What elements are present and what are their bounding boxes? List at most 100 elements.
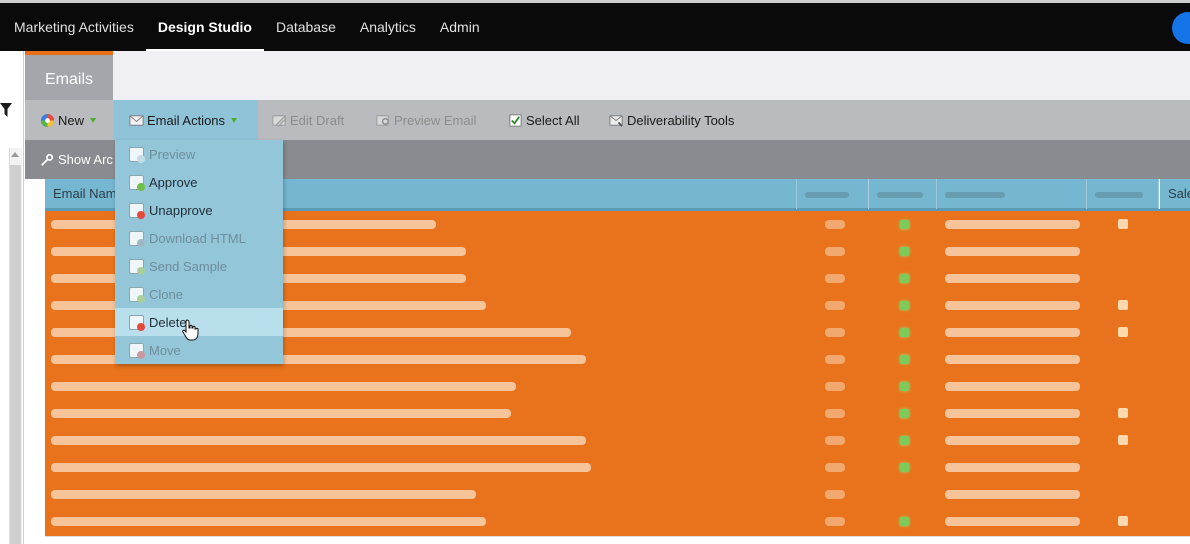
menu-item-clone[interactable]: Clone (115, 280, 283, 308)
redacted-email-name (51, 436, 586, 445)
redacted-template (945, 247, 1080, 256)
filter-icon[interactable] (0, 103, 12, 117)
redacted-email-name (51, 490, 476, 499)
edit-draft-icon (272, 114, 287, 127)
nav-analytics[interactable]: Analytics (348, 3, 428, 51)
select-all-label: Select All (526, 112, 580, 128)
edit-draft-button[interactable]: Edit Draft (272, 100, 344, 140)
redacted-email-name (51, 463, 591, 472)
move-icon-badge (137, 350, 145, 359)
deliverability-icon (609, 114, 623, 127)
preview-icon (129, 146, 145, 163)
redacted-version (825, 409, 845, 418)
checkbox-icon (509, 113, 522, 127)
redacted-template (945, 220, 1080, 229)
redacted-version (825, 463, 845, 472)
email-actions-label: Email Actions (147, 112, 226, 128)
redacted-template (945, 301, 1080, 310)
preview-icon (376, 114, 389, 126)
approved-status-icon (900, 355, 909, 364)
redacted-template (945, 517, 1080, 526)
menu-item-send-sample[interactable]: Send Sample (115, 252, 283, 280)
blurred-header-text (805, 191, 849, 198)
redacted-version (825, 490, 845, 499)
email-actions-button[interactable]: Email Actions (114, 100, 258, 140)
redacted-version (825, 220, 845, 229)
redacted-template (945, 355, 1080, 364)
show-archive-button[interactable]: Show Arc (40, 140, 113, 179)
tab-emails-label: Emails (45, 71, 94, 88)
preview-icon-badge (137, 154, 145, 163)
approved-status-icon (900, 328, 909, 337)
wrench-icon (41, 153, 54, 166)
email-name-header-label: Email Nam (53, 186, 117, 201)
floppy-disk-icon-badge (137, 238, 145, 247)
delete-icon (129, 314, 145, 331)
send-sample-icon (129, 258, 145, 275)
nav-database[interactable]: Database (264, 3, 348, 51)
column-header-operational[interactable] (1087, 179, 1159, 209)
nav-admin[interactable]: Admin (428, 3, 492, 51)
menu-item-preview[interactable]: Preview (115, 140, 283, 168)
menu-item-label: Approve (149, 174, 198, 190)
edit-draft-label: Edit Draft (290, 112, 345, 128)
chevron-down-icon (90, 117, 97, 123)
approve-icon (129, 174, 145, 191)
table-row[interactable] (45, 508, 1190, 535)
menu-item-label: Download HTML (149, 230, 246, 246)
column-header-template[interactable] (937, 179, 1087, 209)
approved-status-icon (900, 409, 909, 418)
table-row[interactable] (45, 400, 1190, 427)
tab-emails[interactable]: Emails (25, 51, 113, 100)
chevron-down-icon (231, 117, 238, 123)
column-header-version[interactable] (797, 179, 869, 209)
redacted-template (945, 382, 1080, 391)
menu-item-label: Send Sample (149, 258, 228, 274)
unapprove-icon-badge (137, 210, 145, 219)
move-icon (129, 342, 145, 359)
redacted-version (825, 328, 845, 337)
menu-item-label: Delete (149, 314, 187, 330)
table-row[interactable] (45, 481, 1190, 508)
send-sample-icon-badge (137, 266, 145, 275)
operational-flag-icon (1118, 300, 1128, 310)
table-row[interactable] (45, 373, 1190, 400)
grid-footer (45, 536, 1190, 544)
hand-cursor-icon (182, 319, 199, 341)
menu-item-unapprove[interactable]: Unapprove (115, 196, 283, 224)
nav-design-studio[interactable]: Design Studio (145, 3, 264, 51)
table-row[interactable] (45, 427, 1190, 454)
top-nav: Marketing Activities Design Studio Datab… (0, 3, 1190, 51)
menu-item-label: Clone (149, 286, 183, 302)
new-button-label: New (58, 112, 85, 128)
preview-email-button[interactable]: Preview Email (376, 100, 476, 140)
unapprove-icon (129, 202, 145, 219)
table-row[interactable] (45, 454, 1190, 481)
redacted-template (945, 409, 1080, 418)
new-button[interactable]: New (40, 100, 97, 140)
deliverability-tools-button[interactable]: Deliverability Tools (609, 100, 734, 140)
preview-email-label: Preview Email (394, 112, 477, 128)
approved-status-icon (900, 463, 909, 472)
nav-marketing-activities[interactable]: Marketing Activities (2, 3, 146, 51)
blurred-header-text (945, 191, 1005, 198)
clone-icon (129, 286, 145, 303)
delete-icon-badge (137, 322, 145, 331)
operational-flag-icon (1118, 327, 1128, 337)
blurred-header-text (1095, 191, 1143, 198)
operational-flag-icon (1118, 435, 1128, 445)
menu-item-download-html[interactable]: Download HTML (115, 224, 283, 252)
redacted-template (945, 463, 1080, 472)
scroll-thumb[interactable] (10, 165, 21, 544)
redacted-template (945, 436, 1080, 445)
menu-item-approve[interactable]: Approve (115, 168, 283, 196)
column-header-approval[interactable] (869, 179, 937, 209)
deliverability-tools-label: Deliverability Tools (627, 112, 735, 128)
column-header-sales[interactable]: Sale (1159, 179, 1190, 209)
operational-flag-icon (1118, 219, 1128, 229)
scroll-up-arrow-icon[interactable] (11, 152, 19, 157)
redacted-version (825, 382, 845, 391)
menu-item-label: Unapprove (149, 202, 213, 218)
redacted-version (825, 436, 845, 445)
select-all-button[interactable]: Select All (508, 100, 579, 140)
